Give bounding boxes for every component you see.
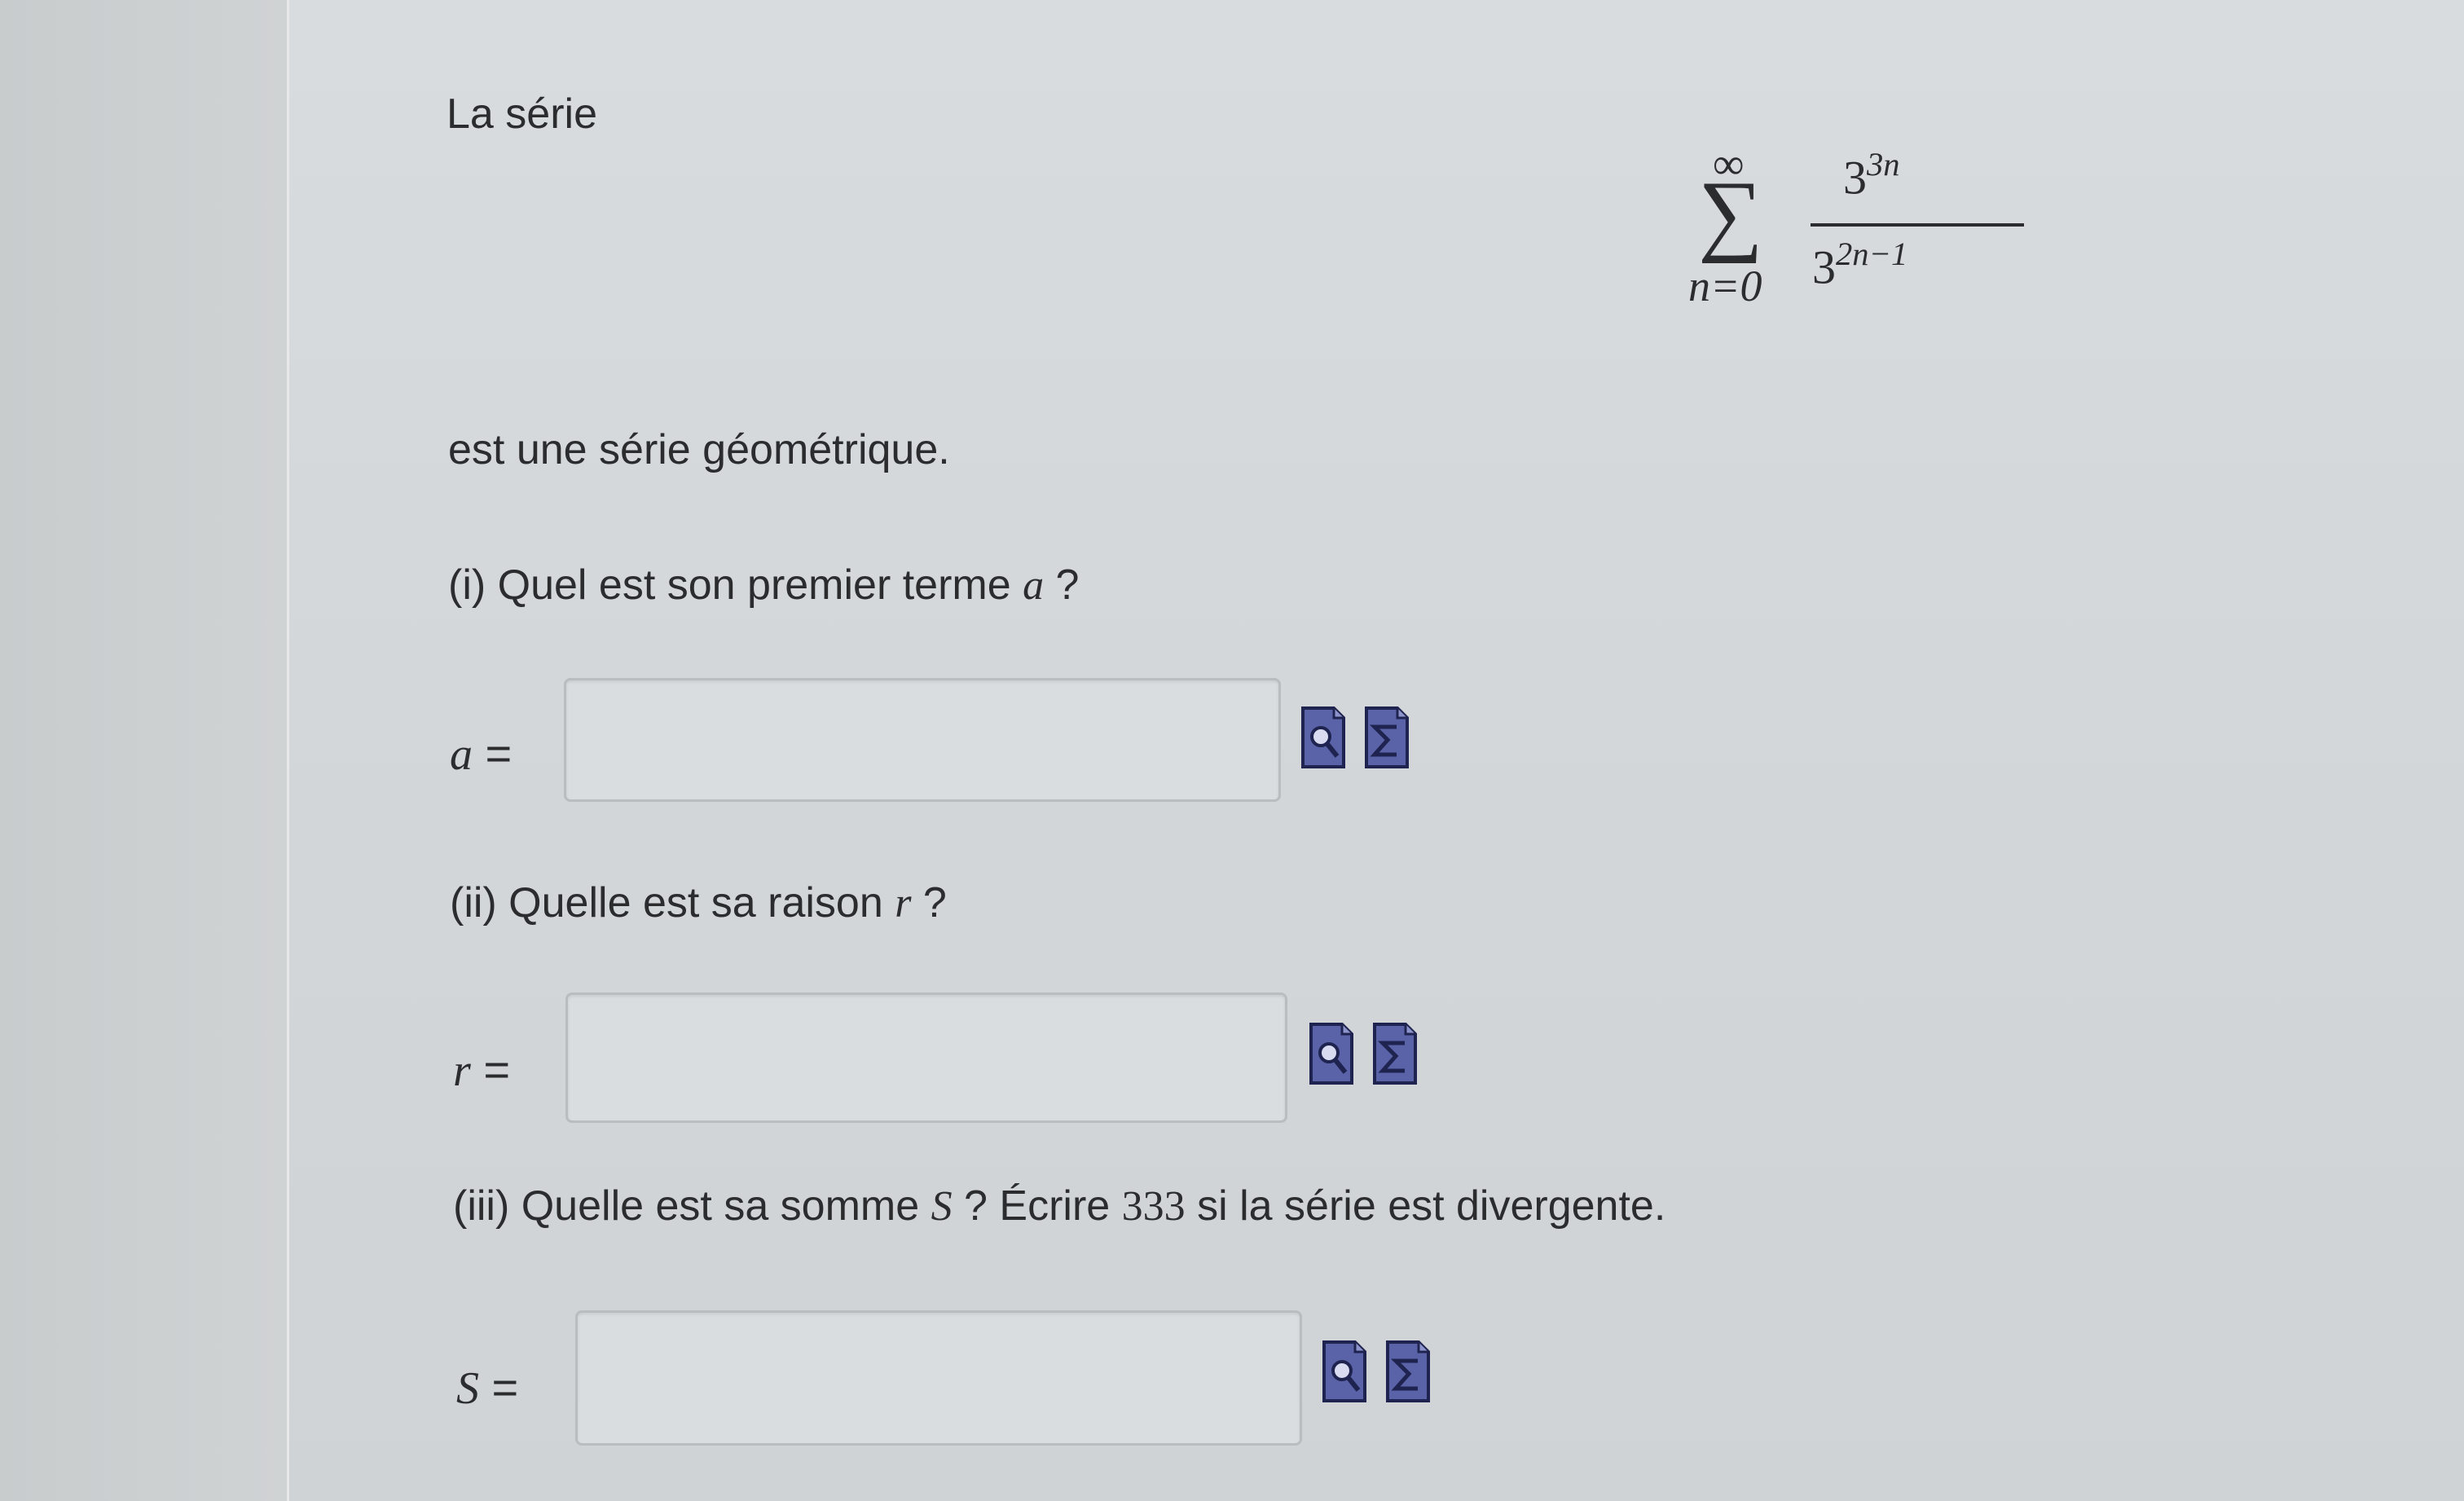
- left-panel: [0, 0, 287, 1501]
- variable-a: a: [1023, 562, 1045, 609]
- denominator-exponent: 2n−1: [1836, 235, 1908, 272]
- answer-label-a: a =: [450, 728, 513, 780]
- question-iii: (iii) Quelle est sa somme S ? Écrire 333…: [453, 1182, 1666, 1230]
- sigma-symbol: ∑: [1698, 163, 1763, 264]
- question-ii: (ii) Quelle est sa raison r ?: [450, 879, 947, 927]
- statement-text: est une série géométrique.: [448, 426, 950, 473]
- fraction-denominator: 32n−1: [1812, 235, 1908, 294]
- preview-icon[interactable]: [1322, 1340, 1367, 1403]
- variable-r: r: [895, 880, 912, 927]
- question-i: (i) Quel est son premier terme a ?: [448, 561, 1080, 609]
- divergent-code: 333: [1121, 1183, 1186, 1230]
- fraction-numerator: 33n: [1843, 146, 1900, 205]
- variable-S: S: [931, 1183, 953, 1230]
- sigma-editor-icon[interactable]: [1385, 1340, 1431, 1403]
- numerator-exponent: 3n: [1867, 146, 1900, 183]
- answer-label-S: S =: [456, 1362, 519, 1414]
- preview-icon[interactable]: [1309, 1022, 1354, 1085]
- fraction-bar: [1811, 223, 2024, 227]
- answer-label-r: r =: [453, 1044, 511, 1096]
- intro-text: La série: [447, 90, 597, 138]
- sigma-editor-icon[interactable]: [1364, 706, 1410, 769]
- series-formula: ∞ ∑ n=0 33n 32n−1: [1679, 139, 2024, 326]
- sum-lower-limit: n=0: [1688, 262, 1762, 310]
- sigma-editor-icon[interactable]: [1372, 1022, 1418, 1085]
- panel-divider: [287, 0, 289, 1501]
- answer-input-r[interactable]: [565, 993, 1287, 1123]
- preview-icon[interactable]: [1300, 706, 1346, 769]
- answer-input-S[interactable]: [575, 1310, 1302, 1446]
- answer-input-a[interactable]: [564, 678, 1281, 802]
